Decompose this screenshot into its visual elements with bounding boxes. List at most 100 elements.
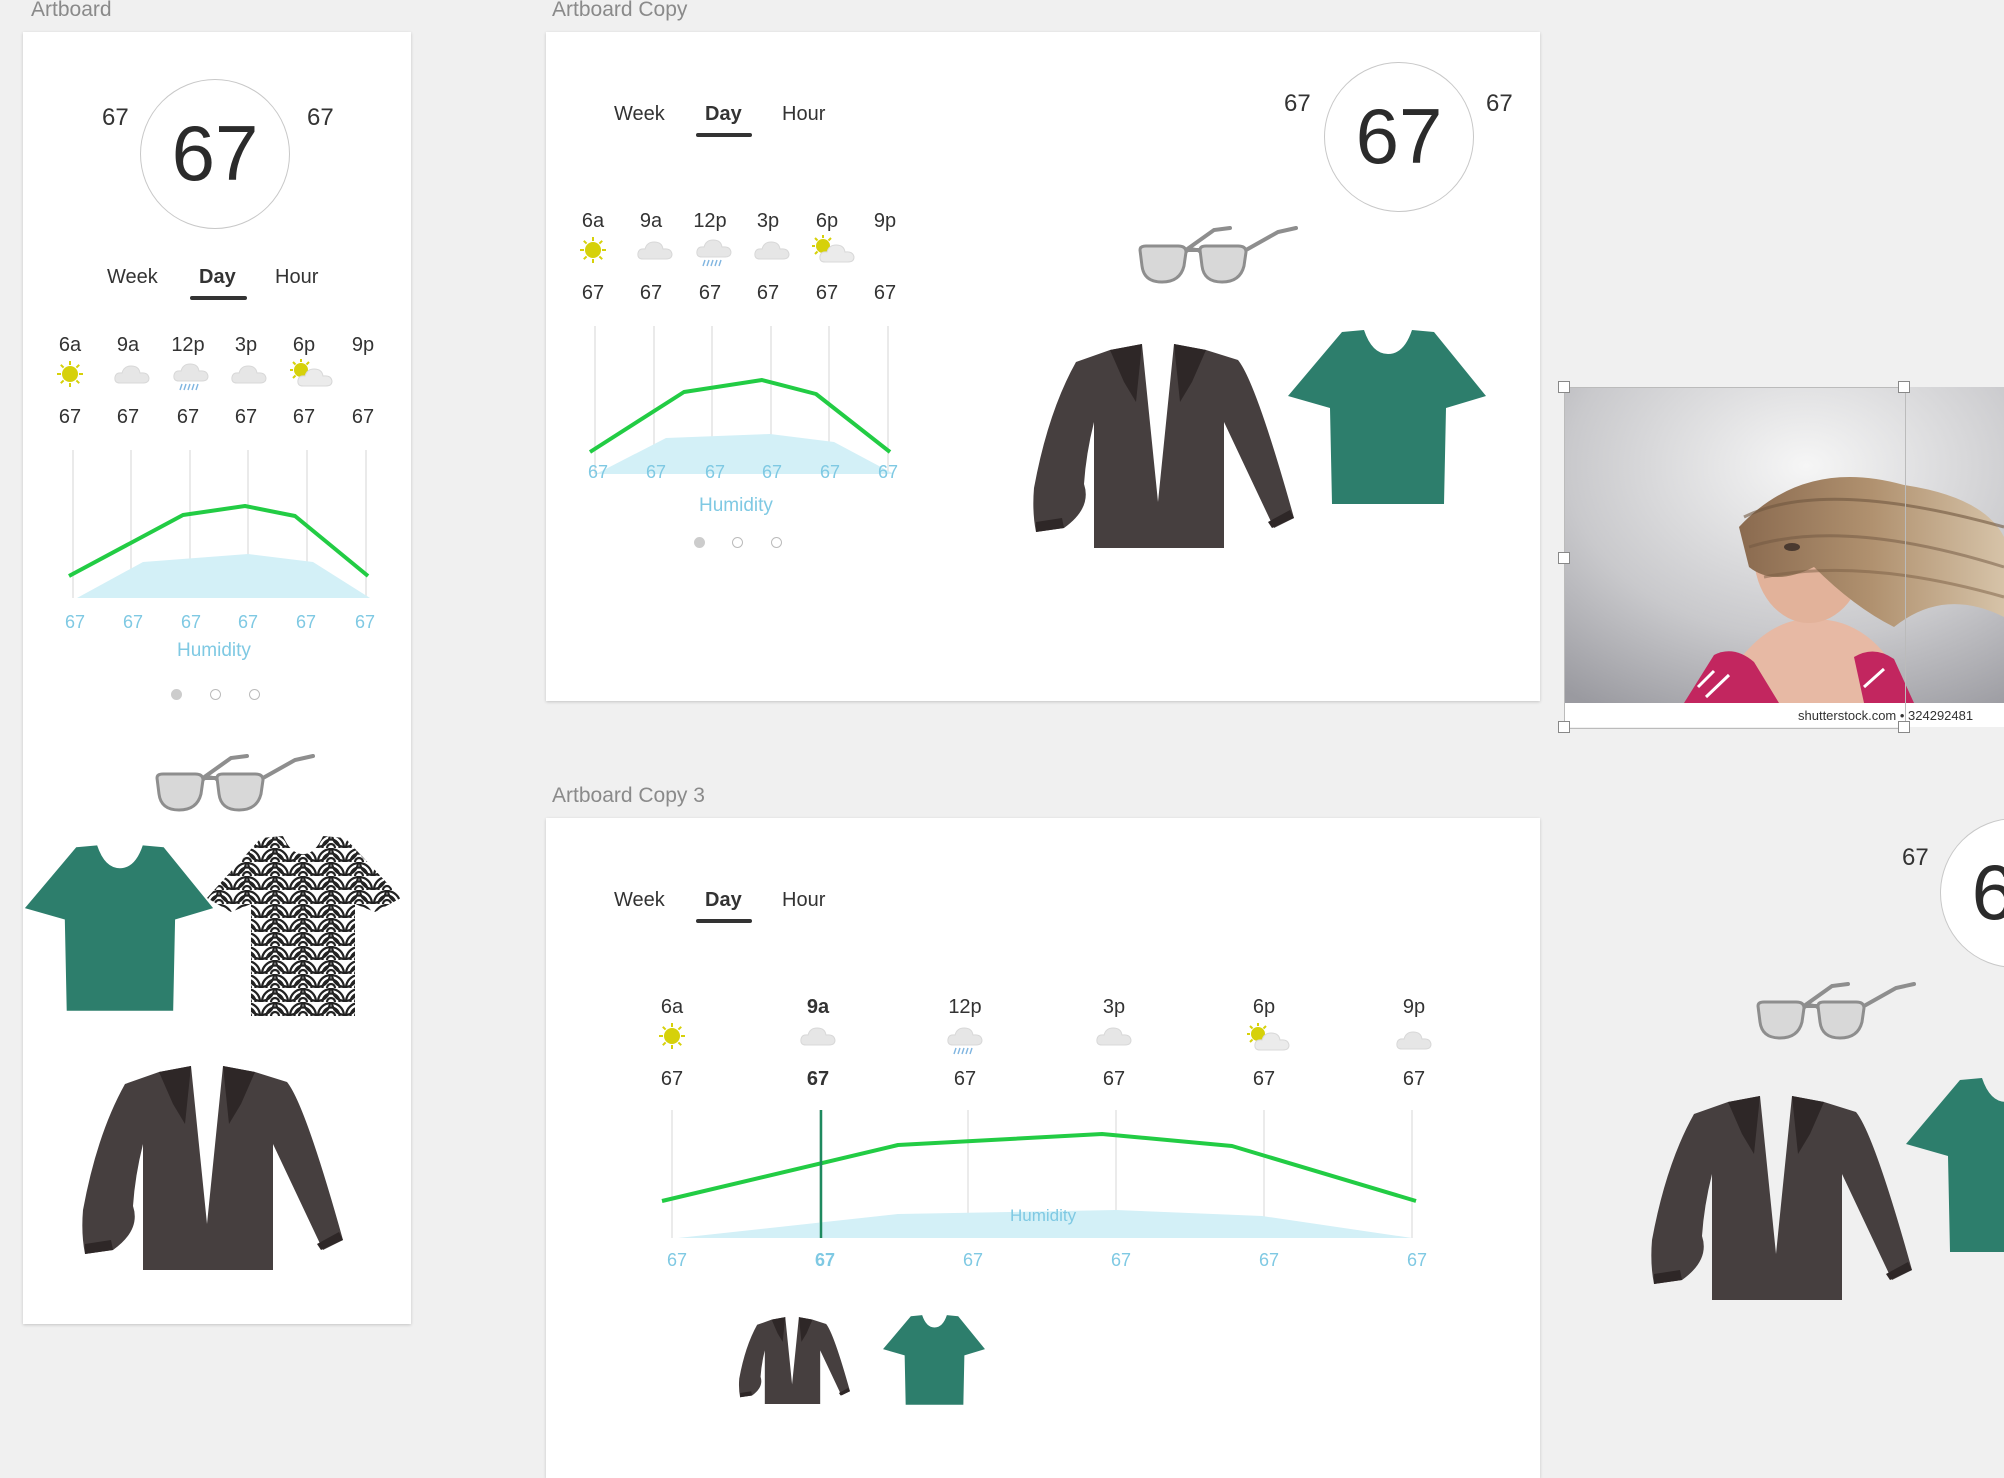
high-temp: 67	[1486, 90, 1513, 117]
humidity-value: 67	[1258, 1250, 1280, 1270]
artboard-label[interactable]: Artboard Copy 3	[552, 784, 705, 808]
current-temp-circle: 67	[1940, 818, 2004, 968]
hour-label: 3p	[234, 334, 258, 356]
hour-temp-selected: 67	[806, 1068, 830, 1090]
hour-label: 12p	[693, 210, 727, 232]
partly-cloudy-icon	[811, 234, 855, 264]
page-dot[interactable]	[771, 537, 782, 548]
jacket-icon	[735, 1316, 850, 1406]
hour-label: 12p	[948, 996, 982, 1018]
humidity-value: 67	[1406, 1250, 1428, 1270]
tab-hour[interactable]: Hour	[275, 266, 318, 289]
hour-temp: 67	[815, 282, 839, 304]
hour-temp: 67	[351, 406, 375, 428]
rain-cloud-icon	[173, 362, 209, 392]
hour-temp: 67	[1102, 1068, 1126, 1090]
hour-label: 3p	[1102, 996, 1126, 1018]
artboard-label[interactable]: Artboard Copy	[552, 0, 687, 22]
humidity-value: 67	[1110, 1250, 1132, 1270]
hour-label: 6a	[58, 334, 82, 356]
resize-handle[interactable]	[1898, 721, 1910, 733]
hour-temp: 67	[953, 1068, 977, 1090]
resize-handle[interactable]	[1558, 552, 1570, 564]
current-temp: 67	[1355, 92, 1443, 180]
temperature-chart	[588, 326, 894, 474]
placeholder-photo[interactable]: shutterstock.com • 324292481	[1558, 381, 2004, 733]
tshirt-icon	[882, 1314, 986, 1408]
hour-label: 6p	[815, 210, 839, 232]
hour-temp: 67	[292, 406, 316, 428]
hour-temp: 67	[176, 406, 200, 428]
hour-label: 9p	[351, 334, 375, 356]
artboard-label[interactable]: Artboard	[31, 0, 112, 22]
artboard-1: 67 67 67 Week Day Hour 6a 9a 12p 3p 6p 9…	[23, 32, 411, 1324]
resize-handle[interactable]	[1558, 721, 1570, 733]
artboard-copy-3: Week Day Hour 6a 9a 12p 3p 6p 9p 67 67 6…	[546, 818, 1540, 1478]
hour-label: 9p	[1402, 996, 1426, 1018]
jacket-icon	[73, 1064, 343, 1274]
tab-week[interactable]: Week	[107, 266, 158, 289]
resize-handle[interactable]	[1558, 381, 1570, 393]
humidity-value: 67	[962, 1250, 984, 1270]
hour-label: 12p	[171, 334, 205, 356]
hour-temp: 67	[698, 282, 722, 304]
hour-temp: 67	[660, 1068, 684, 1090]
hour-label: 9a	[116, 334, 140, 356]
cloud-icon	[114, 362, 150, 386]
humidity-value: 67	[295, 612, 317, 632]
tab-day[interactable]: Day	[705, 103, 742, 126]
hour-temp: 67	[639, 282, 663, 304]
hour-label: 6p	[292, 334, 316, 356]
tab-day[interactable]: Day	[705, 889, 742, 912]
humidity-area	[77, 554, 370, 598]
sun-icon	[56, 360, 84, 388]
page-dot[interactable]	[732, 537, 743, 548]
tab-day[interactable]: Day	[199, 266, 236, 289]
humidity-value: 67	[819, 462, 841, 482]
humidity-value: 67	[704, 462, 726, 482]
hour-label-selected[interactable]: 9a	[793, 996, 843, 1019]
page-dot[interactable]	[694, 537, 705, 548]
hour-label: 9a	[639, 210, 663, 232]
humidity-value: 67	[64, 612, 86, 632]
humidity-label: Humidity	[699, 495, 773, 516]
tab-week[interactable]: Week	[614, 889, 665, 912]
hour-temp: 67	[116, 406, 140, 428]
active-tab-indicator	[190, 296, 247, 300]
sun-icon	[579, 236, 607, 264]
page-dot[interactable]	[249, 689, 260, 700]
humidity-label: Humidity	[177, 640, 251, 661]
hour-temp: 67	[581, 282, 605, 304]
hour-label: 6a	[660, 996, 684, 1018]
humidity-value: 67	[587, 462, 609, 482]
page-dot[interactable]	[210, 689, 221, 700]
tshirt-icon	[23, 840, 215, 1020]
temperature-chart	[68, 450, 370, 598]
cloud-icon	[1096, 1024, 1132, 1048]
tab-week[interactable]: Week	[614, 103, 665, 126]
cloud-icon	[754, 238, 790, 262]
tab-hour[interactable]: Hour	[782, 103, 825, 126]
low-temp: 67	[102, 104, 129, 131]
resize-handle[interactable]	[1898, 381, 1910, 393]
humidity-value: 67	[122, 612, 144, 632]
hour-temp: 67	[1402, 1068, 1426, 1090]
tab-hour[interactable]: Hour	[782, 889, 825, 912]
humidity-label: Humidity	[1010, 1206, 1077, 1225]
humidity-value: 67	[180, 612, 202, 632]
current-temp-circle: 67	[140, 79, 290, 229]
humidity-value: 67	[761, 462, 783, 482]
page-dot[interactable]	[171, 689, 182, 700]
cloud-icon	[637, 238, 673, 262]
hour-label: 6p	[1252, 996, 1276, 1018]
humidity-value: 67	[354, 612, 376, 632]
hour-temp: 67	[1252, 1068, 1276, 1090]
photo-image	[1564, 387, 2004, 727]
current-temp: 67	[1971, 848, 2004, 936]
patterned-shirt-icon	[205, 834, 401, 1019]
hour-temp: 67	[234, 406, 258, 428]
partly-cloudy-icon	[289, 358, 333, 388]
rain-cloud-icon	[696, 238, 732, 268]
active-tab-indicator	[696, 133, 752, 137]
humidity-value: 67	[645, 462, 667, 482]
